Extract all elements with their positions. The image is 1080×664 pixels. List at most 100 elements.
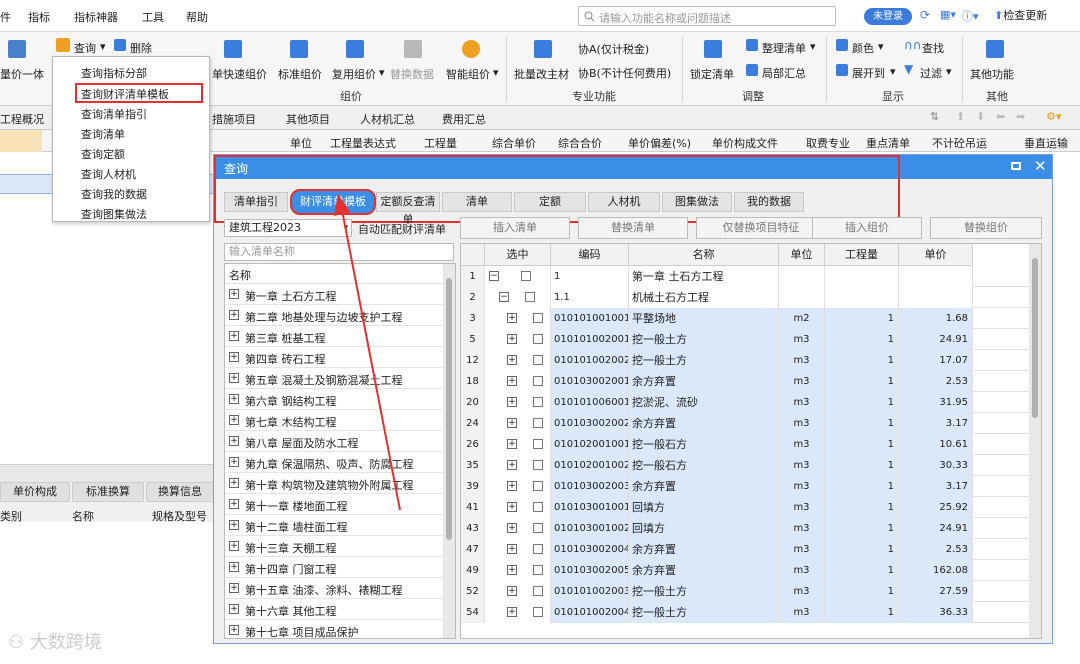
menu-item-query-indicator-division[interactable]: 查询指标分部 [81,65,147,81]
expand-toggle-icon[interactable]: + [507,397,517,407]
tab-project-overview[interactable]: 工程概况 [0,111,44,127]
row-checkbox[interactable] [525,292,535,302]
expand-plus-icon[interactable]: + [229,331,239,341]
select-cell[interactable]: + [485,350,551,371]
filter-button[interactable]: 过滤 [920,65,942,81]
select-cell[interactable]: + [485,392,551,413]
material-a-button[interactable]: 协A(仅计税金) [578,41,649,57]
col-fee-specialty[interactable]: 取费专业 [806,135,850,151]
expand-plus-icon[interactable]: + [229,499,239,509]
expand-toggle-icon[interactable]: + [507,460,517,470]
tree-item[interactable]: + 第十七章 项目成品保护 [225,620,443,638]
row-checkbox[interactable] [533,418,543,428]
quantity-price-button[interactable]: 量价一体 [0,66,44,82]
dialog-tab-labor-material[interactable]: 人材机 [588,192,660,212]
expand-toggle-icon[interactable]: + [507,565,517,575]
expand-toggle-icon[interactable]: + [507,313,517,323]
apps-icon[interactable]: ▦▾ [940,8,956,21]
menu-item-query-quota[interactable]: 查询定额 [81,146,125,162]
row-checkbox[interactable] [533,607,543,617]
table-row[interactable]: 12 +010101002002 挖一般土方 m3 1 17.07 [461,350,1029,371]
expand-plus-icon[interactable]: + [229,562,239,572]
menu-item-indicator[interactable]: 指标 [28,9,50,25]
expand-plus-icon[interactable]: + [229,436,239,446]
row-checkbox[interactable] [533,376,543,386]
login-button[interactable]: 未登录 [864,8,912,25]
expand-toggle-icon[interactable]: + [507,334,517,344]
table-row[interactable]: 49 +010103002005 余方弃置 m3 1 162.08 [461,560,1029,581]
table-row[interactable]: 39 +010103002003 余方弃置 m3 1 3.17 [461,476,1029,497]
delete-button[interactable]: 删除 [130,40,152,56]
col-price[interactable]: 单价 [899,244,973,266]
table-row[interactable]: 54 +010101002004 挖一般土方 m3 1 36.33 [461,602,1029,623]
expand-to-button[interactable]: 展开到 [852,65,885,81]
insert-price-button[interactable]: 插入组价 [812,217,922,239]
col-no-lift[interactable]: 不计砼吊运 [932,135,987,151]
tab-measures[interactable]: 措施项目 [212,111,256,127]
sort-icon[interactable]: ⇅ [930,110,939,123]
expand-plus-icon[interactable]: + [229,415,239,425]
batch-change-button[interactable]: 批量改主材 [514,66,569,82]
tree-item[interactable]: + 第十六章 其他工程 [225,599,443,620]
table-row[interactable]: 18 +010103002001 余方弃置 m3 1 2.53 [461,371,1029,392]
tab-standard-conversion[interactable]: 标准换算 [72,482,144,502]
col-quantity[interactable]: 工程量 [825,244,899,266]
select-cell[interactable]: + [485,476,551,497]
select-cell[interactable]: + [485,434,551,455]
col-unit-price[interactable]: 综合单价 [492,135,536,151]
dialog-tab-my-data[interactable]: 我的数据 [734,192,804,212]
expand-plus-icon[interactable]: + [229,310,239,320]
expand-toggle-icon[interactable]: + [507,544,517,554]
col-vertical-transport[interactable]: 垂直运输 [1024,135,1068,151]
row-selector[interactable] [0,130,42,152]
expand-toggle-icon[interactable]: − [489,271,499,281]
table-row[interactable]: 24 +010103002002 余方弃置 m3 1 3.17 [461,413,1029,434]
select-cell[interactable]: + [485,371,551,392]
expand-plus-icon[interactable]: + [229,478,239,488]
col-quantity-expression[interactable]: 工程量表达式 [330,135,396,151]
row-checkbox[interactable] [533,460,543,470]
tree-scroll-thumb[interactable] [446,278,452,540]
row-checkbox[interactable] [533,523,543,533]
table-row[interactable]: 2 − 1.1 机械土石方工程 [461,287,1029,308]
col-total-price[interactable]: 综合合价 [558,135,602,151]
select-cell[interactable]: + [485,560,551,581]
table-row[interactable]: 5 +010101002001 挖一般土方 m3 1 24.91 [461,329,1029,350]
replace-price-button[interactable]: 替换组价 [930,217,1042,239]
expand-toggle-icon[interactable]: + [507,586,517,596]
material-b-button[interactable]: 协B(不计任何费用) [578,65,671,81]
row-checkbox[interactable] [533,439,543,449]
row-checkbox[interactable] [533,544,543,554]
tree-scrollbar[interactable] [443,264,455,638]
expand-toggle-icon[interactable]: + [507,502,517,512]
dialog-tab-list-guide[interactable]: 清单指引 [224,192,288,212]
row-checkbox[interactable] [533,355,543,365]
select-cell[interactable]: + [485,308,551,329]
row-checkbox[interactable] [533,565,543,575]
col-price-structure[interactable]: 单价构成文件 [712,135,778,151]
expand-plus-icon[interactable]: + [229,541,239,551]
col-selected[interactable]: 选中 [485,244,551,266]
row-checkbox[interactable] [533,397,543,407]
quick-price-button[interactable]: 单快速组价 [212,66,267,82]
row-checkbox[interactable] [521,271,531,281]
table-row[interactable]: 1−1 第一章 土石方工程 [461,266,1029,287]
table-row[interactable]: 35 +010102001002 挖一般石方 m3 1 30.33 [461,455,1029,476]
select-cell[interactable]: + [485,581,551,602]
row-checkbox[interactable] [533,334,543,344]
color-button[interactable]: 颜色 [852,40,874,56]
tree-item[interactable]: + 第十四章 门窗工程 [225,557,443,578]
tree-item[interactable]: + 第十五章 油漆、涂料、裱糊工程 [225,578,443,599]
expand-toggle-icon[interactable]: + [507,523,517,533]
select-cell[interactable]: + [485,413,551,434]
sort-list-button[interactable]: 整理清单 [762,40,806,56]
expand-toggle-icon[interactable]: + [507,439,517,449]
find-button[interactable]: 查找 [922,40,944,56]
expand-toggle-icon[interactable]: + [507,418,517,428]
dialog-tab-list[interactable]: 清单 [442,192,512,212]
menu-item-help[interactable]: 帮助 [186,9,208,25]
expand-toggle-icon[interactable]: + [507,481,517,491]
tab-cost-summary[interactable]: 费用汇总 [442,111,486,127]
col-key-list[interactable]: 重点清单 [866,135,910,151]
select-cell[interactable]: − [485,287,551,308]
